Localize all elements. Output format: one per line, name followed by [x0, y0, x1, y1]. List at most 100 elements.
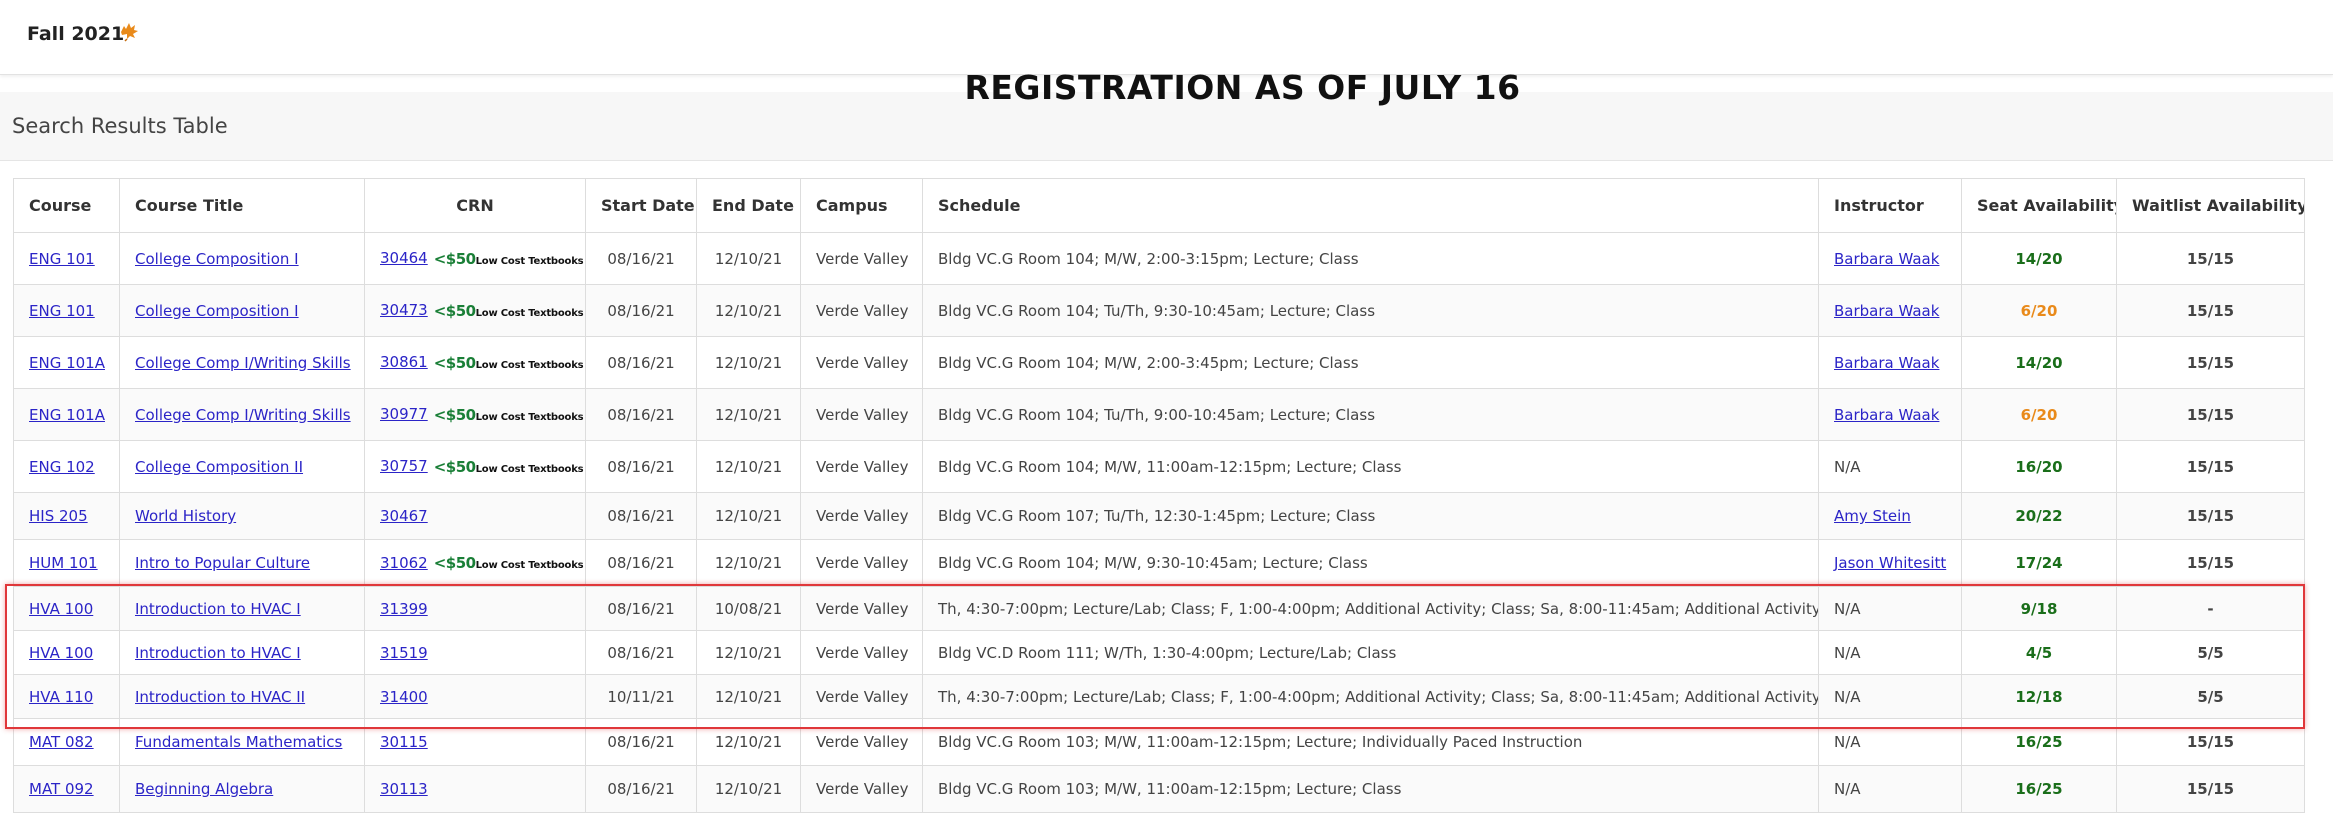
schedule-cell: Bldg VC.G Room 103; M/W, 11:00am-12:15pm… — [922, 765, 1819, 813]
course-link[interactable]: ENG 102 — [29, 458, 95, 476]
start-date-cell: 08/16/21 — [585, 388, 697, 441]
course-cell: MAT 092 — [13, 765, 120, 813]
instructor-link[interactable]: Barbara Waak — [1834, 250, 1939, 268]
seat-availability-cell: 17/24 — [1961, 539, 2117, 587]
seat-availability-cell: 16/20 — [1961, 440, 2117, 493]
crn-cell: 30977 <$50Low Cost Textbooks — [364, 388, 586, 441]
table-row: HVA 110 Introduction to HVAC II 31400 10/11… — [13, 674, 2305, 719]
instructor-cell: Barbara Waak — [1818, 232, 1962, 285]
crn-link[interactable]: 30464 — [380, 249, 428, 267]
campus-cell: Verde Valley — [800, 232, 923, 285]
start-date-cell: 08/16/21 — [585, 539, 697, 587]
column-header-end-date: End Date — [696, 178, 801, 233]
course-title-link[interactable]: College Composition II — [135, 458, 303, 476]
course-title-link[interactable]: College Composition I — [135, 250, 299, 268]
course-link[interactable]: ENG 101 — [29, 250, 95, 268]
crn-link[interactable]: 31062 — [380, 554, 428, 572]
waitlist-availability-cell: 15/15 — [2116, 336, 2305, 389]
course-cell: HVA 100 — [13, 586, 120, 631]
low-cost-amount: <$50 — [433, 249, 476, 268]
schedule-cell: Th, 4:30-7:00pm; Lecture/Lab; Class; F, … — [922, 586, 1819, 631]
start-date-cell: 10/11/21 — [585, 674, 697, 719]
start-date-cell: 08/16/21 — [585, 336, 697, 389]
seat-availability-cell: 14/20 — [1961, 232, 2117, 285]
course-link[interactable]: HVA 100 — [29, 644, 93, 662]
course-link[interactable]: ENG 101A — [29, 354, 105, 372]
crn-cell: 30115 — [364, 718, 586, 766]
leaf-icon — [121, 23, 138, 42]
schedule-cell: Bldg VC.G Room 103; M/W, 11:00am-12:15pm… — [922, 718, 1819, 766]
course-title-cell: College Composition I — [119, 284, 365, 337]
course-title-cell: Introduction to HVAC II — [119, 674, 365, 719]
low-cost-textbooks-badge: <$50Low Cost Textbooks — [434, 458, 584, 476]
crn-link[interactable]: 30757 — [380, 457, 428, 475]
instructor-text: N/A — [1834, 687, 1861, 706]
course-link[interactable]: ENG 101 — [29, 302, 95, 320]
table-row: ENG 101 College Composition I 30473 <$50Low… — [13, 284, 2305, 337]
course-link[interactable]: HUM 101 — [29, 554, 98, 572]
course-link[interactable]: HIS 205 — [29, 507, 88, 525]
schedule-cell: Bldg VC.G Room 104; M/W, 11:00am-12:15pm… — [922, 440, 1819, 493]
schedule-cell: Bldg VC.G Room 104; M/W, 9:30-10:45am; L… — [922, 539, 1819, 587]
crn-link[interactable]: 31400 — [380, 688, 428, 706]
crn-link[interactable]: 30861 — [380, 353, 428, 371]
waitlist-availability-cell: 15/15 — [2116, 440, 2305, 493]
course-link[interactable]: HVA 100 — [29, 600, 93, 618]
table-row: HVA 100 Introduction to HVAC I 31519 08/16/… — [13, 630, 2305, 675]
crn-link[interactable]: 31399 — [380, 600, 428, 618]
course-link[interactable]: MAT 092 — [29, 780, 94, 798]
campus-cell: Verde Valley — [800, 388, 923, 441]
crn-link[interactable]: 30467 — [380, 507, 428, 525]
instructor-link[interactable]: Jason Whitesitt — [1834, 554, 1946, 572]
start-date-cell: 08/16/21 — [585, 284, 697, 337]
instructor-link[interactable]: Barbara Waak — [1834, 302, 1939, 320]
crn-link[interactable]: 30473 — [380, 301, 428, 319]
course-title-link[interactable]: College Composition I — [135, 302, 299, 320]
crn-link[interactable]: 30113 — [380, 780, 428, 798]
end-date-cell: 12/10/21 — [696, 630, 801, 675]
crn-link[interactable]: 30977 — [380, 405, 428, 423]
column-header-crn: CRN — [364, 178, 586, 233]
waitlist-availability-cell: 15/15 — [2116, 388, 2305, 441]
seat-availability-cell: 12/18 — [1961, 674, 2117, 719]
campus-cell: Verde Valley — [800, 492, 923, 540]
crn-cell: 30464 <$50Low Cost Textbooks — [364, 232, 586, 285]
course-title-link[interactable]: College Comp I/Writing Skills — [135, 406, 351, 424]
course-title-link[interactable]: Fundamentals Mathematics — [135, 733, 342, 751]
table-row: MAT 082 Fundamentals Mathematics 30115 08/1… — [13, 718, 2305, 766]
instructor-link[interactable]: Barbara Waak — [1834, 354, 1939, 372]
crn-link[interactable]: 30115 — [380, 733, 428, 751]
low-cost-text: Low Cost Textbooks — [475, 560, 584, 572]
course-title-link[interactable]: World History — [135, 507, 236, 525]
course-title-link[interactable]: Introduction to HVAC I — [135, 600, 301, 618]
course-title-link[interactable]: Introduction to HVAC I — [135, 644, 301, 662]
instructor-link[interactable]: Amy Stein — [1834, 507, 1911, 525]
end-date-cell: 12/10/21 — [696, 440, 801, 493]
waitlist-availability-cell: 15/15 — [2116, 232, 2305, 285]
course-link[interactable]: ENG 101A — [29, 406, 105, 424]
course-title-cell: College Comp I/Writing Skills — [119, 336, 365, 389]
column-header-instructor: Instructor — [1818, 178, 1962, 233]
schedule-cell: Bldg VC.G Room 104; M/W, 2:00-3:15pm; Le… — [922, 232, 1819, 285]
course-title-link[interactable]: Introduction to HVAC II — [135, 688, 305, 706]
instructor-link[interactable]: Barbara Waak — [1834, 406, 1939, 424]
instructor-cell: N/A — [1818, 674, 1962, 719]
schedule-cell: Bldg VC.G Room 107; Tu/Th, 12:30-1:45pm;… — [922, 492, 1819, 540]
course-cell: HIS 205 — [13, 492, 120, 540]
column-header-waitlist-availability: Waitlist Availability — [2116, 178, 2305, 233]
start-date-cell: 08/16/21 — [585, 765, 697, 813]
course-title-link[interactable]: Beginning Algebra — [135, 780, 273, 798]
course-title-cell: World History — [119, 492, 365, 540]
low-cost-text: Low Cost Textbooks — [475, 255, 584, 267]
course-link[interactable]: MAT 082 — [29, 733, 94, 751]
course-title-cell: College Composition I — [119, 232, 365, 285]
table-row: ENG 101A College Comp I/Writing Skills 309… — [13, 388, 2305, 441]
crn-link[interactable]: 31519 — [380, 644, 428, 662]
campus-cell: Verde Valley — [800, 630, 923, 675]
course-title-link[interactable]: College Comp I/Writing Skills — [135, 354, 351, 372]
instructor-text: N/A — [1834, 780, 1861, 798]
course-title-link[interactable]: Intro to Popular Culture — [135, 554, 310, 572]
course-title-cell: Beginning Algebra — [119, 765, 365, 813]
course-link[interactable]: HVA 110 — [29, 688, 93, 706]
course-title-cell: Fundamentals Mathematics — [119, 718, 365, 766]
